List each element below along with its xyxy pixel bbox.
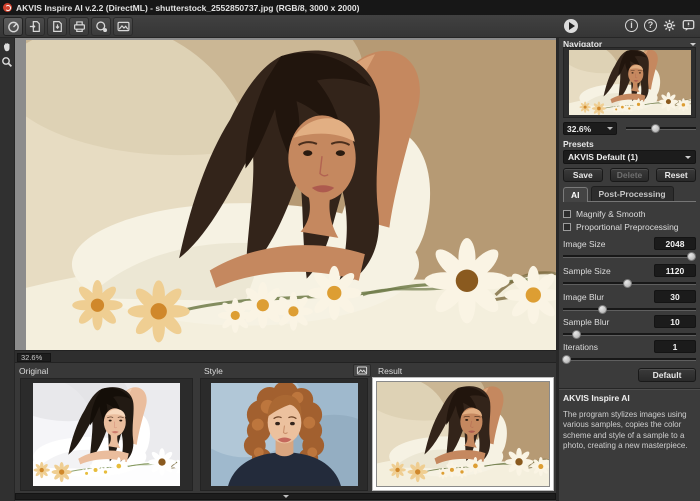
param-value-field[interactable]: 1120 (654, 264, 696, 277)
slider-thumb[interactable] (623, 279, 632, 288)
save-image-button[interactable] (47, 17, 67, 36)
status-zoom-level[interactable]: 32.6% (17, 353, 51, 362)
open-image-button[interactable] (25, 17, 45, 36)
workspace-icon (8, 22, 17, 31)
panel-collapse-handle[interactable] (15, 493, 556, 500)
chevron-down-icon (685, 156, 691, 162)
help-button[interactable]: ? (644, 19, 657, 32)
share-button[interactable] (91, 17, 111, 36)
window-title: AKVIS Inspire AI v.2.2 (DirectML) - shut… (16, 3, 359, 13)
save-image-icon (53, 22, 61, 32)
param-slider[interactable] (563, 305, 696, 314)
preferences-button[interactable] (663, 19, 676, 32)
param-value-field[interactable]: 10 (654, 315, 696, 328)
style-label: Style (204, 366, 223, 376)
param-label: Sample Size (563, 266, 611, 276)
proportional-preprocessing-option[interactable]: Proportional Preprocessing (563, 221, 696, 232)
param-label: Image Size (563, 239, 606, 249)
param-iterations: Iterations 1 (563, 340, 696, 364)
style-thumbnail[interactable] (200, 378, 368, 491)
app-window: AKVIS Inspire AI v.2.2 (DirectML) - shut… (0, 0, 700, 501)
original-thumbnail[interactable] (20, 378, 193, 491)
param-sample-size: Sample Size 1120 (563, 264, 696, 288)
param-sample-blur: Sample Blur 10 (563, 315, 696, 339)
presets-title: Presets (563, 139, 594, 149)
zoom-level-select[interactable]: 32.6% (563, 122, 617, 135)
param-slider[interactable] (563, 279, 696, 288)
workspace-button[interactable] (3, 17, 23, 36)
presets-header: Presets (563, 139, 696, 149)
slider-thumb[interactable] (598, 305, 607, 314)
share-icon (96, 22, 106, 32)
proportional-preprocessing-checkbox[interactable] (563, 223, 571, 231)
print-icon (74, 22, 84, 31)
param-value-field[interactable]: 30 (654, 290, 696, 303)
magnify-smooth-label: Magnify & Smooth (576, 209, 645, 219)
proportional-preprocessing-label: Proportional Preprocessing (576, 222, 679, 232)
run-button[interactable] (564, 19, 578, 33)
delete-preset-button[interactable]: Delete (610, 168, 650, 182)
preset-selected-value: AKVIS Default (1) (568, 152, 638, 162)
info-title: AKVIS Inspire AI (563, 393, 696, 403)
navigator-preview[interactable] (563, 47, 696, 118)
canvas-workspace[interactable] (15, 38, 556, 350)
slider-thumb[interactable] (572, 330, 581, 339)
samples-gallery-button[interactable] (113, 17, 133, 36)
param-value-field[interactable]: 2048 (654, 237, 696, 250)
param-slider[interactable] (563, 252, 696, 261)
preferences-icon (664, 20, 675, 31)
param-label: Image Blur (563, 292, 604, 302)
zoom-tool-button[interactable] (1, 56, 13, 68)
tool-strip (0, 38, 15, 501)
info-description: The program stylizes images using variou… (563, 410, 696, 452)
param-image-size: Image Size 2048 (563, 237, 696, 261)
original-label: Original (19, 366, 48, 376)
feedback-icon (683, 21, 693, 31)
zoom-slider-thumb[interactable] (651, 124, 660, 133)
divider (559, 388, 700, 390)
samples-gallery-icon (118, 22, 129, 30)
zoom-level-value: 32.6% (567, 124, 591, 134)
open-image-icon (29, 22, 38, 32)
hand-tool-button[interactable] (1, 41, 13, 53)
param-image-blur: Image Blur 30 (563, 290, 696, 314)
chevron-down-icon (607, 127, 613, 133)
slider-thumb[interactable] (687, 252, 696, 261)
param-value-field[interactable]: 1 (654, 340, 696, 353)
zoom-tool-icon (3, 58, 12, 67)
print-button[interactable] (69, 17, 89, 36)
tab-ai[interactable]: AI (563, 187, 588, 202)
status-bar: 32.6% (15, 350, 556, 363)
result-image-canvas[interactable] (26, 40, 567, 352)
magnify-smooth-option[interactable]: Magnify & Smooth (563, 208, 696, 219)
save-preset-button[interactable]: Save (563, 168, 603, 182)
hand-tool-icon (4, 43, 10, 51)
result-thumbnail-selected[interactable] (372, 377, 554, 491)
settings-panel: Navigator 32.6% Presets AKVIS Default (1… (556, 38, 700, 501)
slider-thumb[interactable] (562, 355, 571, 364)
tab-post-processing[interactable]: Post-Processing (591, 186, 674, 201)
style-gallery-button[interactable] (353, 364, 371, 377)
param-slider[interactable] (563, 355, 696, 364)
info-panel: AKVIS Inspire AI The program stylizes im… (563, 393, 696, 501)
image-gallery-panel: Original Style Result (15, 363, 556, 501)
akvis-logo-icon (3, 3, 12, 12)
default-button[interactable]: Default (638, 368, 696, 382)
reset-preset-button[interactable]: Reset (656, 168, 696, 182)
preset-select[interactable]: AKVIS Default (1) (563, 150, 696, 164)
info-button[interactable]: i (625, 19, 638, 32)
feedback-button[interactable] (682, 19, 695, 32)
zoom-slider[interactable] (626, 124, 696, 133)
param-slider[interactable] (563, 330, 696, 339)
title-bar[interactable]: AKVIS Inspire AI v.2.2 (DirectML) - shut… (0, 0, 700, 15)
style-gallery-icon (357, 367, 366, 374)
result-label: Result (378, 366, 402, 376)
settings-tabs: AI Post-Processing (563, 188, 696, 202)
main-toolbar: i ? (0, 15, 700, 38)
param-label: Sample Blur (563, 317, 609, 327)
param-label: Iterations (563, 342, 598, 352)
magnify-smooth-checkbox[interactable] (563, 210, 571, 218)
chevron-down-icon (283, 495, 289, 501)
